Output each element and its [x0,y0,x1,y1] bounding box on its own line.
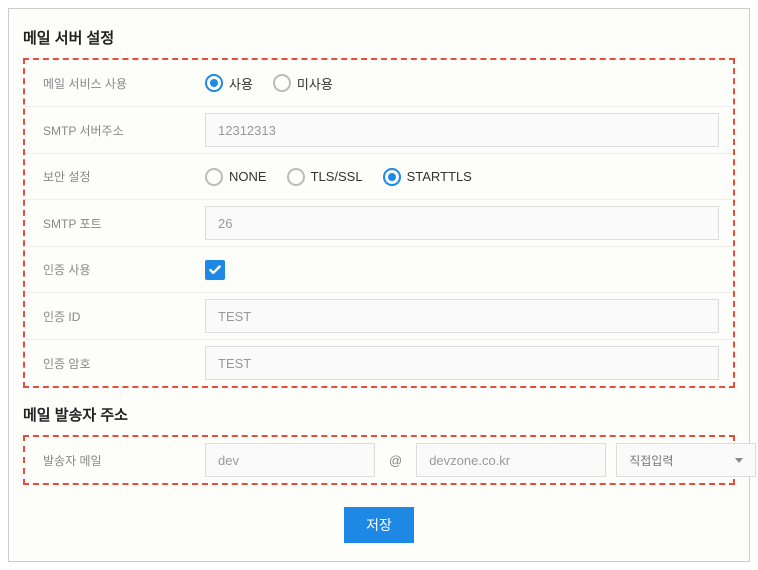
row-smtp-port: SMTP 포트 [25,199,733,246]
value-sender-mail: @ 직접입력 [205,443,758,477]
value-mail-service: 사용 미사용 [205,74,733,93]
radio-icon [205,168,223,186]
radio-use[interactable]: 사용 [205,74,253,93]
label-smtp-address: SMTP 서버주소 [25,122,205,139]
sender-address-box: 발송자 메일 @ 직접입력 [23,435,735,485]
row-auth-pw: 인증 암호 [25,339,733,386]
settings-panel: 메일 서버 설정 메일 서비스 사용 사용 미사용 SMTP 서버주소 [8,8,750,562]
label-security: 보안 설정 [25,168,205,185]
radio-security-starttls[interactable]: STARTTLS [383,168,472,186]
section-title-mail-server: 메일 서버 설정 [23,19,735,58]
value-security: NONE TLS/SSL STARTTLS [205,168,733,186]
radio-security-none[interactable]: NONE [205,168,267,186]
value-auth-id [205,299,733,333]
section-title-sender: 메일 발송자 주소 [23,396,735,435]
label-sender-mail: 발송자 메일 [25,452,205,469]
radio-tls-label: TLS/SSL [311,169,363,184]
domain-selector-dropdown[interactable]: 직접입력 [616,443,756,477]
label-smtp-port: SMTP 포트 [25,215,205,232]
radio-icon [287,168,305,186]
value-smtp-address [205,113,733,147]
smtp-port-input[interactable] [205,206,719,240]
chevron-down-icon [735,458,743,463]
radio-starttls-label: STARTTLS [407,169,472,184]
row-smtp-address: SMTP 서버주소 [25,106,733,153]
radio-icon [383,168,401,186]
auth-id-input[interactable] [205,299,719,333]
radio-not-use-label: 미사용 [297,74,333,93]
auth-use-checkbox[interactable] [205,260,225,280]
radio-icon [273,74,291,92]
row-auth-id: 인증 ID [25,292,733,339]
radio-none-label: NONE [229,169,267,184]
auth-pw-input[interactable] [205,346,719,380]
radio-not-use[interactable]: 미사용 [273,74,333,93]
button-row: 저장 [23,493,735,543]
value-auth-use [205,260,733,280]
row-auth-use: 인증 사용 [25,246,733,292]
row-mail-service: 메일 서비스 사용 사용 미사용 [25,60,733,106]
value-smtp-port [205,206,733,240]
sender-local-input[interactable] [205,443,375,477]
label-auth-pw: 인증 암호 [25,355,205,372]
label-auth-id: 인증 ID [25,308,205,325]
radio-icon [205,74,223,92]
smtp-address-input[interactable] [205,113,719,147]
sender-domain-input[interactable] [416,443,606,477]
row-sender-mail: 발송자 메일 @ 직접입력 [25,437,733,483]
radio-use-label: 사용 [229,74,253,93]
label-auth-use: 인증 사용 [25,261,205,278]
row-security: 보안 설정 NONE TLS/SSL STARTTLS [25,153,733,199]
radio-security-tls[interactable]: TLS/SSL [287,168,363,186]
save-button[interactable]: 저장 [344,507,414,543]
value-auth-pw [205,346,733,380]
at-sign: @ [385,453,406,468]
mail-server-settings-box: 메일 서비스 사용 사용 미사용 SMTP 서버주소 보안 설정 [23,58,735,388]
label-mail-service: 메일 서비스 사용 [25,75,205,92]
domain-selector-label: 직접입력 [629,452,673,469]
checkmark-icon [208,263,222,277]
